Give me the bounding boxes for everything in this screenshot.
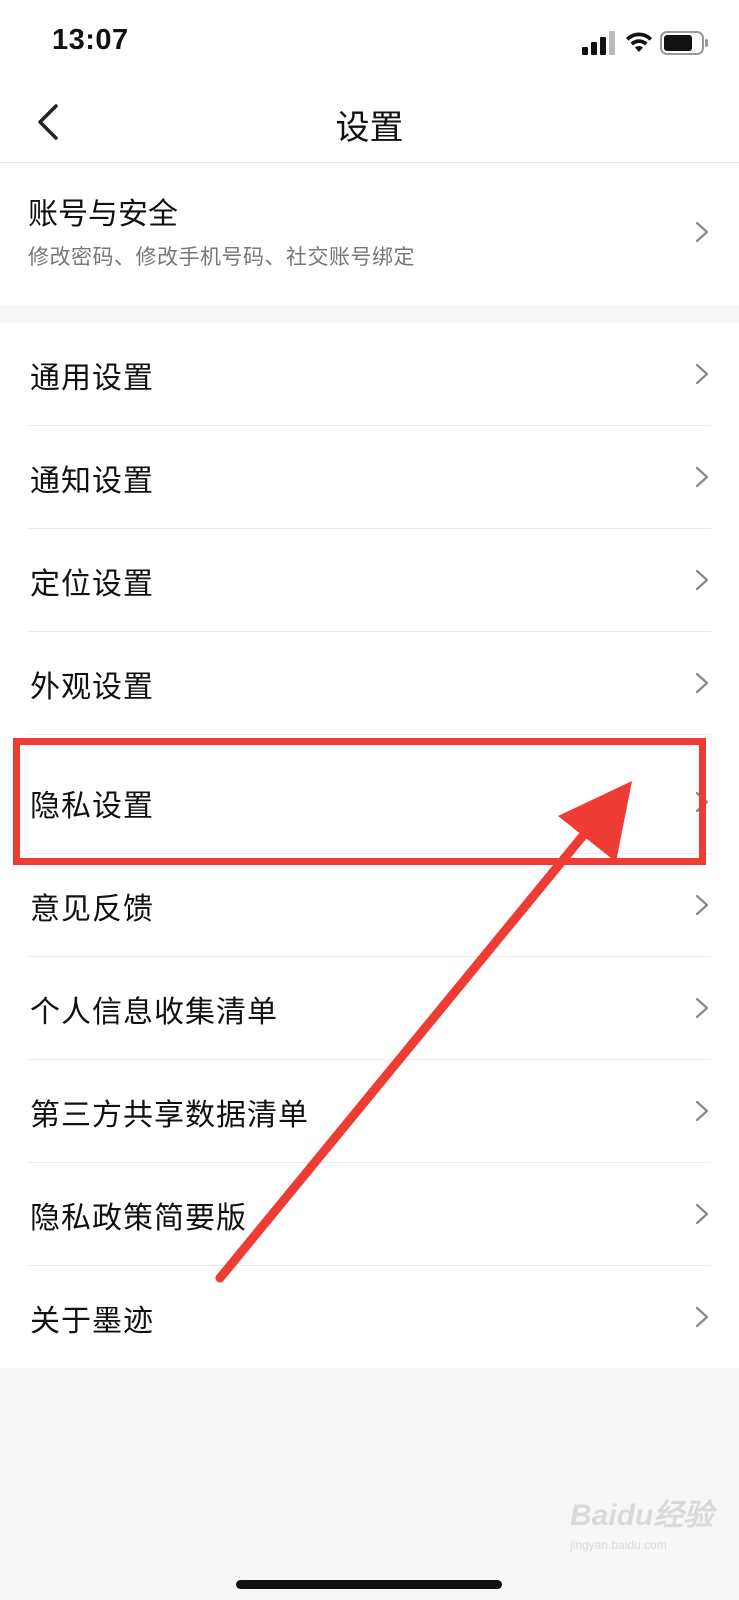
settings-item-label: 个人信息收集清单 — [30, 995, 278, 1030]
account-security-subtitle: 修改密码、修改手机号码、社交账号绑定 — [28, 245, 415, 269]
settings-item-label: 定位设置 — [30, 567, 154, 602]
chevron-right-icon — [695, 1306, 709, 1328]
settings-item-privacy-policy-summary[interactable]: 隐私政策简要版 — [28, 1163, 711, 1266]
settings-item-location[interactable]: 定位设置 — [28, 529, 711, 632]
chevron-right-icon — [695, 466, 709, 488]
settings-item-feedback[interactable]: 意见反馈 — [28, 854, 711, 957]
baidu-watermark: Baidu经验 jingyan.baidu.com — [570, 1490, 713, 1552]
settings-item-label: 外观设置 — [30, 670, 154, 705]
account-security-title: 账号与安全 — [28, 197, 178, 232]
chevron-right-icon — [695, 569, 709, 591]
chevron-right-icon — [695, 363, 709, 385]
settings-item-third-party-data-list[interactable]: 第三方共享数据清单 — [28, 1060, 711, 1163]
account-security-row[interactable]: 账号与安全 修改密码、修改手机号码、社交账号绑定 — [0, 163, 739, 305]
settings-item-personal-info-list[interactable]: 个人信息收集清单 — [28, 957, 711, 1060]
settings-item-appearance[interactable]: 外观设置 — [28, 632, 711, 735]
home-indicator[interactable] — [236, 1580, 502, 1589]
status-bar: 13:07 — [0, 0, 739, 80]
chevron-right-icon — [695, 221, 709, 243]
settings-screen: 13:07 设置 账号与安全 修改密码、修改手机号码、社交账号绑定 通用设置 通… — [0, 0, 739, 1600]
battery-icon — [660, 31, 708, 55]
settings-item-about[interactable]: 关于墨迹 — [28, 1266, 711, 1368]
nav-bar: 设置 — [0, 80, 739, 163]
settings-item-label: 第三方共享数据清单 — [30, 1098, 309, 1133]
settings-item-label: 关于墨迹 — [30, 1304, 154, 1339]
chevron-right-icon — [695, 1203, 709, 1225]
wifi-icon — [626, 32, 652, 52]
settings-item-label: 通知设置 — [30, 464, 154, 499]
chevron-right-icon — [695, 894, 709, 916]
settings-item-label: 隐私政策简要版 — [30, 1201, 247, 1236]
settings-item-general[interactable]: 通用设置 — [28, 323, 711, 426]
highlight-box — [13, 738, 706, 865]
status-time: 13:07 — [52, 24, 129, 56]
settings-item-label: 通用设置 — [30, 361, 154, 396]
settings-item-notification[interactable]: 通知设置 — [28, 426, 711, 529]
watermark-brand: Baidu经验 — [570, 1499, 714, 1532]
page-title: 设置 — [335, 108, 404, 148]
chevron-right-icon — [695, 1100, 709, 1122]
signal-icon — [582, 31, 615, 55]
chevron-right-icon — [695, 672, 709, 694]
settings-item-label: 意见反馈 — [30, 892, 154, 927]
chevron-right-icon — [695, 997, 709, 1019]
watermark-url: jingyan.baidu.com — [570, 1538, 667, 1552]
